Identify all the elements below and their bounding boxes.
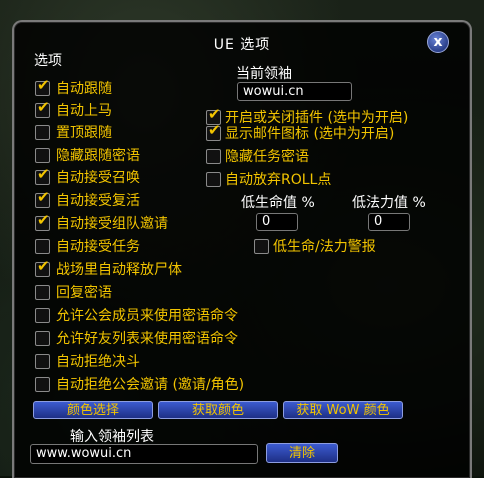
checkbox-hide-follow-whisper[interactable]: [35, 148, 50, 163]
option-label: 低生命/法力警报: [273, 239, 376, 255]
option-label: 允许好友列表来使用密语命令: [56, 331, 238, 347]
color-pick-button[interactable]: 颜色选择: [33, 401, 153, 419]
checkbox-reply-whisper[interactable]: [35, 285, 50, 300]
option-label: 自动拒绝公会邀请 (邀请/角色): [56, 377, 245, 393]
checkbox-pin-follow[interactable]: [35, 125, 50, 140]
get-color-button[interactable]: 获取颜色: [158, 401, 278, 419]
checkbox-decline-guild-invite[interactable]: [35, 377, 50, 392]
checkbox-auto-mount[interactable]: ✔: [35, 99, 50, 118]
checkbox-low-warning[interactable]: [254, 239, 269, 254]
check-icon: ✔: [37, 188, 50, 206]
option-label: 自动跟随: [56, 81, 112, 97]
checkbox-accept-resurrect[interactable]: ✔: [35, 189, 50, 208]
leader-list-input[interactable]: www.wowui.cn: [30, 444, 258, 464]
checkbox-decline-duel[interactable]: [35, 354, 50, 369]
low-health-input[interactable]: 0: [256, 213, 298, 231]
leader-list-label: 输入领袖列表: [70, 429, 154, 445]
checkbox-auto-pass-roll[interactable]: [206, 172, 221, 187]
option-label: 置顶跟随: [56, 125, 112, 141]
checkbox-hide-quest-whisper[interactable]: [206, 149, 221, 164]
option-label: 自动接受任务: [56, 239, 140, 255]
option-label: 显示邮件图标 (选中为开启): [225, 126, 395, 142]
close-icon: x: [433, 34, 443, 50]
checkbox-show-mail-icon[interactable]: ✔: [206, 122, 221, 141]
checkbox-guild-whisper-commands[interactable]: [35, 308, 50, 323]
get-wow-color-button[interactable]: 获取 WoW 颜色: [283, 401, 403, 419]
option-label: 允许公会成员来使用密语命令: [56, 308, 238, 324]
option-label: 自动接受召唤: [56, 170, 140, 186]
low-health-label: 低生命值 %: [241, 195, 315, 211]
option-label: 自动放弃ROLL点: [225, 172, 332, 188]
checkbox-bg-auto-release[interactable]: ✔: [35, 258, 50, 277]
option-label: 自动拒绝决斗: [56, 354, 140, 370]
checkbox-accept-summon[interactable]: ✔: [35, 166, 50, 185]
checkbox-accept-group-invite[interactable]: ✔: [35, 212, 50, 231]
check-icon: ✔: [37, 165, 50, 183]
check-icon: ✔: [37, 76, 50, 94]
option-label: 自动接受复活: [56, 193, 140, 209]
check-icon: ✔: [37, 257, 50, 275]
check-icon: ✔: [37, 98, 50, 116]
option-label: 自动接受组队邀请: [56, 216, 168, 232]
window-title: UE 选项: [213, 37, 271, 53]
options-section-label: 选项: [34, 53, 62, 69]
current-leader-label: 当前领袖: [236, 66, 292, 82]
checkbox-accept-quest[interactable]: [35, 239, 50, 254]
option-label: 隐藏跟随密语: [56, 148, 140, 164]
option-label: 战场里自动释放尸体: [56, 262, 182, 278]
option-label: 回复密语: [56, 285, 112, 301]
close-button[interactable]: x: [427, 31, 449, 53]
low-mana-input[interactable]: 0: [368, 213, 410, 231]
option-label: 隐藏任务密语: [225, 149, 309, 165]
current-leader-input[interactable]: wowui.cn: [237, 82, 352, 101]
check-icon: ✔: [37, 211, 50, 229]
checkbox-friend-whisper-commands[interactable]: [35, 331, 50, 346]
check-icon: ✔: [208, 121, 221, 139]
checkbox-auto-follow[interactable]: ✔: [35, 77, 50, 96]
low-mana-label: 低法力值 %: [352, 195, 426, 211]
clear-button[interactable]: 清除: [266, 443, 338, 463]
option-label: 自动上马: [56, 103, 112, 119]
